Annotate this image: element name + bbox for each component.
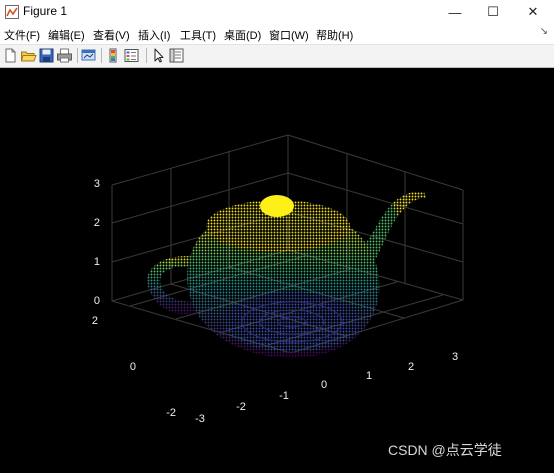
open-file-icon[interactable] <box>20 47 37 64</box>
axes-3d[interactable]: 0 1 2 3 -2 0 2 -3 -2 -1 0 1 2 3 <box>0 68 554 468</box>
figure-canvas[interactable]: 0 1 2 3 -2 0 2 -3 -2 -1 0 1 2 3 <box>0 68 554 468</box>
menu-window[interactable]: 窗口(W) <box>269 27 309 43</box>
insert-colorbar-icon[interactable] <box>105 47 122 64</box>
y-tick-label: -2 <box>166 407 176 419</box>
close-button[interactable]: ✕ <box>516 0 550 24</box>
property-inspector-icon[interactable] <box>168 47 185 64</box>
z-tick-label: 3 <box>94 178 100 190</box>
watermark-text: CSDN @点云学徒 <box>388 442 502 458</box>
print-icon[interactable] <box>56 47 73 64</box>
x-tick-label: -3 <box>195 413 205 425</box>
menu-desktop[interactable]: 桌面(D) <box>224 27 261 43</box>
x-tick-label: -1 <box>279 390 289 402</box>
new-figure-icon[interactable] <box>2 47 19 64</box>
menu-help[interactable]: 帮助(H) <box>316 27 353 43</box>
insert-legend-icon[interactable] <box>123 47 140 64</box>
maximize-button[interactable]: ☐ <box>476 0 510 24</box>
teapot-lid-knob <box>260 195 294 217</box>
menu-file[interactable]: 文件(F) <box>4 27 40 43</box>
toolbar-separator <box>101 48 102 63</box>
z-tick-label: 0 <box>94 295 100 307</box>
teapot-point-cloud <box>147 191 426 359</box>
x-tick-label: -2 <box>236 401 246 413</box>
menu-bar: 文件(F) 编辑(E) 查看(V) 插入(I) 工具(T) 桌面(D) 窗口(W… <box>0 24 554 45</box>
link-plot-icon[interactable] <box>80 47 97 64</box>
figure-toolbar <box>0 45 554 68</box>
y-tick-label: 2 <box>92 315 98 327</box>
minimize-button[interactable]: — <box>438 0 472 24</box>
save-icon[interactable] <box>38 47 55 64</box>
undock-arrow-icon[interactable]: ↘ <box>540 26 548 37</box>
x-tick-label: 1 <box>366 370 372 382</box>
x-tick-label: 2 <box>408 361 414 373</box>
menu-insert[interactable]: 插入(I) <box>138 27 170 43</box>
title-bar: Figure 1 — ☐ ✕ <box>0 0 554 24</box>
toolbar-separator <box>77 48 78 63</box>
z-tick-label: 2 <box>94 217 100 229</box>
y-tick-label: 0 <box>130 361 136 373</box>
window-title: Figure 1 <box>23 4 68 18</box>
x-tick-label: 0 <box>321 379 327 391</box>
x-tick-label: 3 <box>452 351 458 363</box>
z-tick-label: 1 <box>94 256 100 268</box>
edit-plot-arrow-icon[interactable] <box>150 47 167 64</box>
toolbar-separator <box>146 48 147 63</box>
matlab-figure-icon <box>5 5 19 19</box>
menu-view[interactable]: 查看(V) <box>93 27 130 43</box>
menu-edit[interactable]: 编辑(E) <box>48 27 85 43</box>
menu-tools[interactable]: 工具(T) <box>180 27 216 43</box>
